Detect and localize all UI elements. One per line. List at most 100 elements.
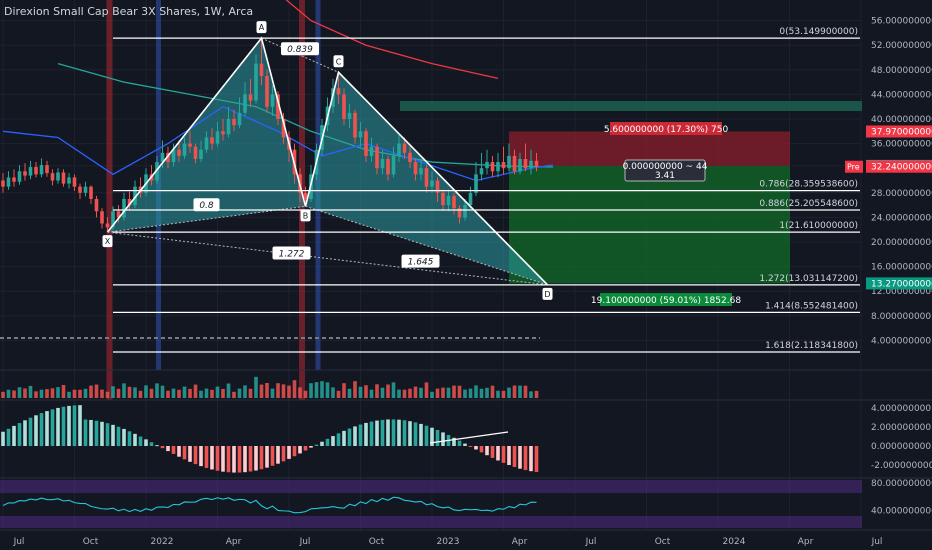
candle-body (204, 137, 209, 150)
volume-bar (166, 390, 170, 398)
candle-body (177, 149, 181, 156)
candle-body (122, 198, 126, 218)
macd-histogram-bar (226, 446, 231, 473)
macd-histogram-bar (529, 446, 533, 472)
candle-body (199, 149, 203, 159)
x-tick-label: Oct (83, 537, 99, 547)
pattern-point-label: X (105, 237, 111, 246)
macd-tick-label: 2.000000000 (871, 423, 931, 433)
macd-histogram-bar (468, 446, 473, 447)
macd-histogram-bar (116, 426, 121, 446)
volume-bar (457, 385, 462, 398)
y-tick-label: 28.000000000 (871, 189, 932, 199)
candle-body (446, 195, 451, 206)
candle-body (468, 192, 473, 206)
macd-histogram-bar (424, 425, 429, 446)
candle-body (215, 131, 220, 144)
volume-bar (441, 387, 445, 398)
macd-histogram-bar (215, 446, 220, 471)
rsi-tick-label: 40.000000000 (871, 506, 932, 516)
volume-bar (424, 382, 429, 398)
volume-bar (243, 385, 247, 398)
pattern-point-label: B (303, 211, 309, 220)
candle-body (39, 165, 44, 175)
macd-histogram-bar (265, 446, 269, 468)
volume-bar (105, 391, 110, 398)
candle-body (237, 112, 242, 126)
volume-bar (259, 384, 264, 398)
pattern-point-label: C (336, 57, 342, 66)
volume-bar (342, 383, 346, 398)
macd-tick-label: 4.000000000 (871, 404, 931, 414)
volume-bar (45, 389, 49, 398)
macd-histogram-bar (507, 446, 511, 466)
macd-histogram-bar (28, 417, 33, 446)
candle-body (430, 180, 434, 187)
volume-bar (188, 388, 192, 398)
volume-bar (391, 382, 396, 398)
macd-histogram-bar (237, 446, 242, 473)
volume-bar (397, 389, 401, 398)
candle-body (380, 158, 385, 169)
candle-body (413, 162, 418, 175)
rsi-tick-label: 80.000000000 (871, 479, 932, 489)
candle-body (386, 158, 390, 175)
candle-body (193, 146, 198, 159)
macd-histogram-bar (270, 446, 275, 466)
volume-bar (485, 387, 489, 398)
candle-body (364, 131, 368, 156)
macd-histogram-bar (485, 446, 489, 456)
macd-histogram-bar (149, 442, 154, 446)
x-tick-label: 2023 (437, 537, 460, 547)
macd-histogram-bar (23, 420, 27, 446)
macd-histogram-bar (17, 423, 22, 446)
y-tick-label: 20.000000000 (871, 238, 932, 248)
volume-bar (83, 388, 88, 398)
macd-histogram-bar (105, 423, 110, 446)
fib-label: 0(53.149900000) (779, 27, 858, 37)
volume-bar (23, 388, 27, 398)
macd-histogram-bar (89, 419, 93, 446)
candle-body (188, 143, 192, 147)
volume-bar (177, 389, 181, 398)
volume-bar (144, 385, 148, 398)
volume-bar (215, 386, 220, 398)
candle-body (391, 155, 396, 175)
candle-body (347, 112, 352, 119)
volume-bar (430, 391, 434, 398)
volume-bar (210, 389, 214, 398)
macd-histogram-bar (369, 421, 374, 446)
volume-bar (61, 385, 66, 398)
x-tick-label: Apr (798, 537, 814, 547)
volume-bar (298, 387, 302, 398)
macd-histogram-bar (479, 446, 484, 453)
volume-bar (12, 390, 16, 398)
candle-body (408, 152, 412, 163)
rsi-overbought-band (0, 480, 862, 493)
macd-histogram-bar (39, 413, 44, 446)
x-tick-label: 2022 (151, 537, 174, 547)
volume-bar (331, 387, 335, 398)
volume-bar (122, 383, 126, 398)
candle-body (56, 172, 60, 181)
chart[interactable]: 0(53.149900000) 0.786(28.359538600) 0.886(… (0, 0, 932, 550)
macd-histogram-bar (155, 445, 159, 447)
x-tick-label: Oct (369, 537, 385, 547)
candle-body (248, 94, 253, 101)
candle-body (375, 146, 379, 169)
macd-histogram-bar (254, 446, 258, 471)
volume-bar (1, 391, 5, 398)
candle-body (529, 160, 533, 169)
volume-bar (281, 384, 286, 398)
candle-body (1, 180, 5, 187)
volume-bar (116, 388, 121, 398)
volume-bar (182, 386, 187, 398)
volume-bar (507, 387, 511, 398)
fib-label: 0.886(25.205548600) (759, 199, 858, 209)
macd-histogram-bar (83, 419, 88, 446)
macd-histogram-bar (397, 419, 401, 446)
fib-label: 1.272(13.031147200) (759, 274, 858, 284)
candle-body (45, 165, 49, 174)
macd-histogram-bar (441, 432, 445, 446)
macd-histogram-bar (45, 411, 49, 446)
